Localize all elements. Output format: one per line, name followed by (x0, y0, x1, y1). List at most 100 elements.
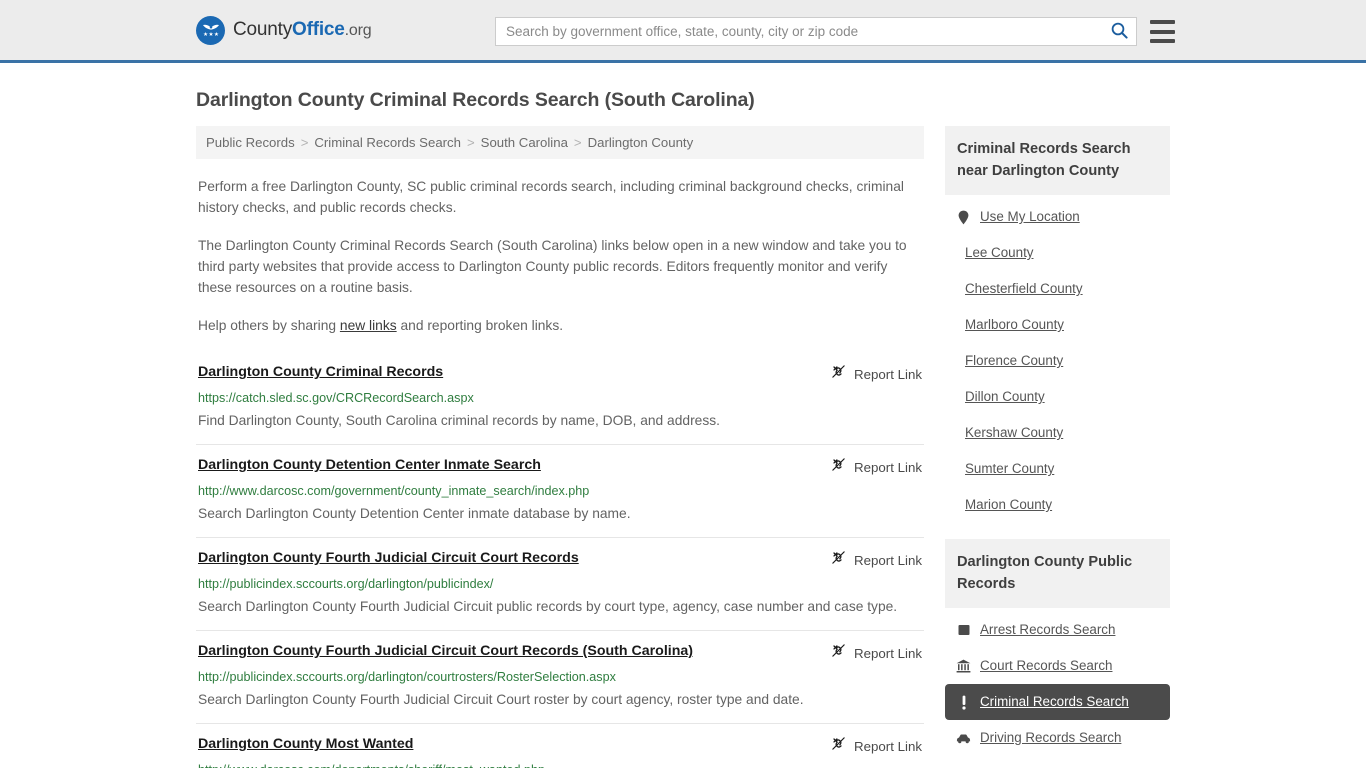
sidebar-item-label[interactable]: Lee County (965, 244, 1034, 262)
eagle-shield-logo-icon (196, 15, 225, 45)
sidebar-public-records-box: Darlington County Public Records Arrest … (945, 539, 1170, 768)
brand-part-three: .org (344, 22, 372, 39)
sidebar-item-label[interactable]: Marlboro County (965, 316, 1064, 334)
sidebar-item-label[interactable]: Florence County (965, 352, 1063, 370)
sidebar-nearby-list: Use My Location Lee County Chesterfield … (945, 195, 1170, 523)
content-columns: Public Records > Criminal Records Search… (196, 126, 1170, 768)
report-link-label: Report Link (854, 366, 922, 382)
sidebar-item-label[interactable]: Marion County (965, 496, 1052, 514)
breadcrumb-item-public-records[interactable]: Public Records (206, 135, 295, 150)
sidebar-item-marion-county[interactable]: Marion County (945, 487, 1170, 523)
result-description: Find Darlington County, South Carolina c… (198, 413, 720, 428)
report-link-label: Report Link (854, 459, 922, 475)
new-links-link[interactable]: new links (340, 318, 397, 333)
breadcrumb-separator: > (466, 135, 475, 150)
sidebar-item-inmate-search[interactable]: Inmate Search (945, 756, 1170, 768)
report-link-button[interactable]: Report Link (831, 549, 922, 570)
search-bar[interactable] (495, 17, 1137, 46)
sidebar-item-label[interactable]: Chesterfield County (965, 280, 1083, 298)
sidebar-item-driving-records-search[interactable]: Driving Records Search (945, 720, 1170, 756)
result-url[interactable]: https://catch.sled.sc.gov/CRCRecordSearc… (198, 390, 922, 407)
breadcrumb-item-darlington-county[interactable]: Darlington County (588, 135, 694, 150)
report-link-button[interactable]: Report Link (831, 363, 922, 384)
sidebar-nearby-heading: Criminal Records Search near Darlington … (945, 126, 1170, 195)
sidebar-item-label[interactable]: Sumter County (965, 460, 1054, 478)
broken-link-icon (831, 364, 846, 384)
result-description: Search Darlington County Detention Cente… (198, 506, 631, 521)
report-link-button[interactable]: Report Link (831, 642, 922, 663)
sidebar-public-records-heading: Darlington County Public Records (945, 539, 1170, 608)
sidebar-item-label[interactable]: Dillon County (965, 388, 1045, 406)
result-url[interactable]: http://publicindex.sccourts.org/darlingt… (198, 576, 922, 593)
report-link-button[interactable]: Report Link (831, 735, 922, 756)
main-column: Public Records > Criminal Records Search… (196, 126, 924, 768)
result-title-link[interactable]: Darlington County Most Wanted (198, 735, 413, 754)
page-title: Darlington County Criminal Records Searc… (196, 89, 755, 111)
sidebar-item-chesterfield-county[interactable]: Chesterfield County (945, 271, 1170, 307)
result-title-link[interactable]: Darlington County Fourth Judicial Circui… (198, 549, 579, 568)
result-item: Darlington County Criminal Records Repor… (196, 352, 924, 444)
result-header: Darlington County Criminal Records Repor… (198, 363, 922, 384)
sidebar-item-marlboro-county[interactable]: Marlboro County (945, 307, 1170, 343)
sidebar-item-florence-county[interactable]: Florence County (945, 343, 1170, 379)
hamburger-bar (1150, 39, 1175, 43)
result-description: Search Darlington County Fourth Judicial… (198, 692, 804, 707)
sidebar-item-label[interactable]: Criminal Records Search (980, 693, 1129, 711)
hamburger-bar (1150, 20, 1175, 24)
sidebar-item-label[interactable]: Arrest Records Search (980, 621, 1115, 639)
brand-part-one: County (233, 19, 293, 40)
broken-link-icon (831, 643, 846, 663)
result-title-link[interactable]: Darlington County Fourth Judicial Circui… (198, 642, 693, 661)
sidebar-item-sumter-county[interactable]: Sumter County (945, 451, 1170, 487)
result-item: Darlington County Most Wanted Report Lin… (196, 723, 924, 768)
page-container: Darlington County Criminal Records Searc… (0, 89, 1366, 768)
brand-part-two: Office (292, 19, 345, 40)
result-url[interactable]: http://www.darcosc.com/government/county… (198, 483, 922, 500)
result-url[interactable]: http://www.darcosc.com/departments/sheri… (198, 762, 922, 768)
courthouse-icon (956, 659, 971, 674)
search-icon (1111, 22, 1128, 42)
report-link-button[interactable]: Report Link (831, 456, 922, 477)
broken-link-icon (831, 550, 846, 570)
sidebar-item-dillon-county[interactable]: Dillon County (945, 379, 1170, 415)
result-item: Darlington County Fourth Judicial Circui… (196, 630, 924, 723)
site-header: CountyOffice.org (0, 0, 1366, 63)
broken-link-icon (831, 736, 846, 756)
result-description: Search Darlington County Fourth Judicial… (198, 599, 898, 614)
sidebar-item-label[interactable]: Use My Location (980, 208, 1080, 226)
results-list: Darlington County Criminal Records Repor… (196, 352, 924, 768)
sidebar-item-label[interactable]: Kershaw County (965, 424, 1063, 442)
site-logo-link[interactable]: CountyOffice.org (196, 15, 372, 45)
result-item: Darlington County Fourth Judicial Circui… (196, 537, 924, 630)
sidebar-item-criminal-records-search[interactable]: Criminal Records Search (945, 684, 1170, 720)
sidebar-item-label[interactable]: Court Records Search (980, 657, 1112, 675)
breadcrumb-separator: > (300, 135, 309, 150)
result-title-link[interactable]: Darlington County Criminal Records (198, 363, 443, 382)
result-header: Darlington County Fourth Judicial Circui… (198, 642, 922, 663)
search-input[interactable] (496, 18, 1102, 45)
report-link-label: Report Link (854, 738, 922, 754)
broken-link-icon (831, 457, 846, 477)
exclamation-icon (956, 695, 971, 710)
sidebar-public-records-list: Arrest Records Search Court Records Sear… (945, 608, 1170, 768)
result-header: Darlington County Detention Center Inmat… (198, 456, 922, 477)
fingerprint-icon (956, 623, 971, 638)
breadcrumb-item-south-carolina[interactable]: South Carolina (481, 135, 568, 150)
sidebar-item-label[interactable]: Driving Records Search (980, 729, 1121, 747)
sidebar-item-arrest-records-search[interactable]: Arrest Records Search (945, 612, 1170, 648)
result-url[interactable]: http://publicindex.sccourts.org/darlingt… (198, 669, 922, 686)
sidebar-item-lee-county[interactable]: Lee County (945, 235, 1170, 271)
intro-section: Perform a free Darlington County, SC pub… (196, 176, 924, 336)
intro-paragraph-1: Perform a free Darlington County, SC pub… (198, 179, 904, 215)
sidebar: Criminal Records Search near Darlington … (945, 126, 1170, 768)
hamburger-bar (1150, 29, 1175, 34)
sidebar-item-court-records-search[interactable]: Court Records Search (945, 648, 1170, 684)
sidebar-item-kershaw-county[interactable]: Kershaw County (945, 415, 1170, 451)
hamburger-menu-icon[interactable] (1150, 20, 1175, 43)
sidebar-item-use-my-location[interactable]: Use My Location (945, 199, 1170, 235)
brand-wordmark: CountyOffice.org (233, 19, 372, 41)
result-title-link[interactable]: Darlington County Detention Center Inmat… (198, 456, 541, 475)
result-item: Darlington County Detention Center Inmat… (196, 444, 924, 537)
search-button[interactable] (1102, 18, 1136, 45)
breadcrumb-item-criminal-records-search[interactable]: Criminal Records Search (314, 135, 461, 150)
